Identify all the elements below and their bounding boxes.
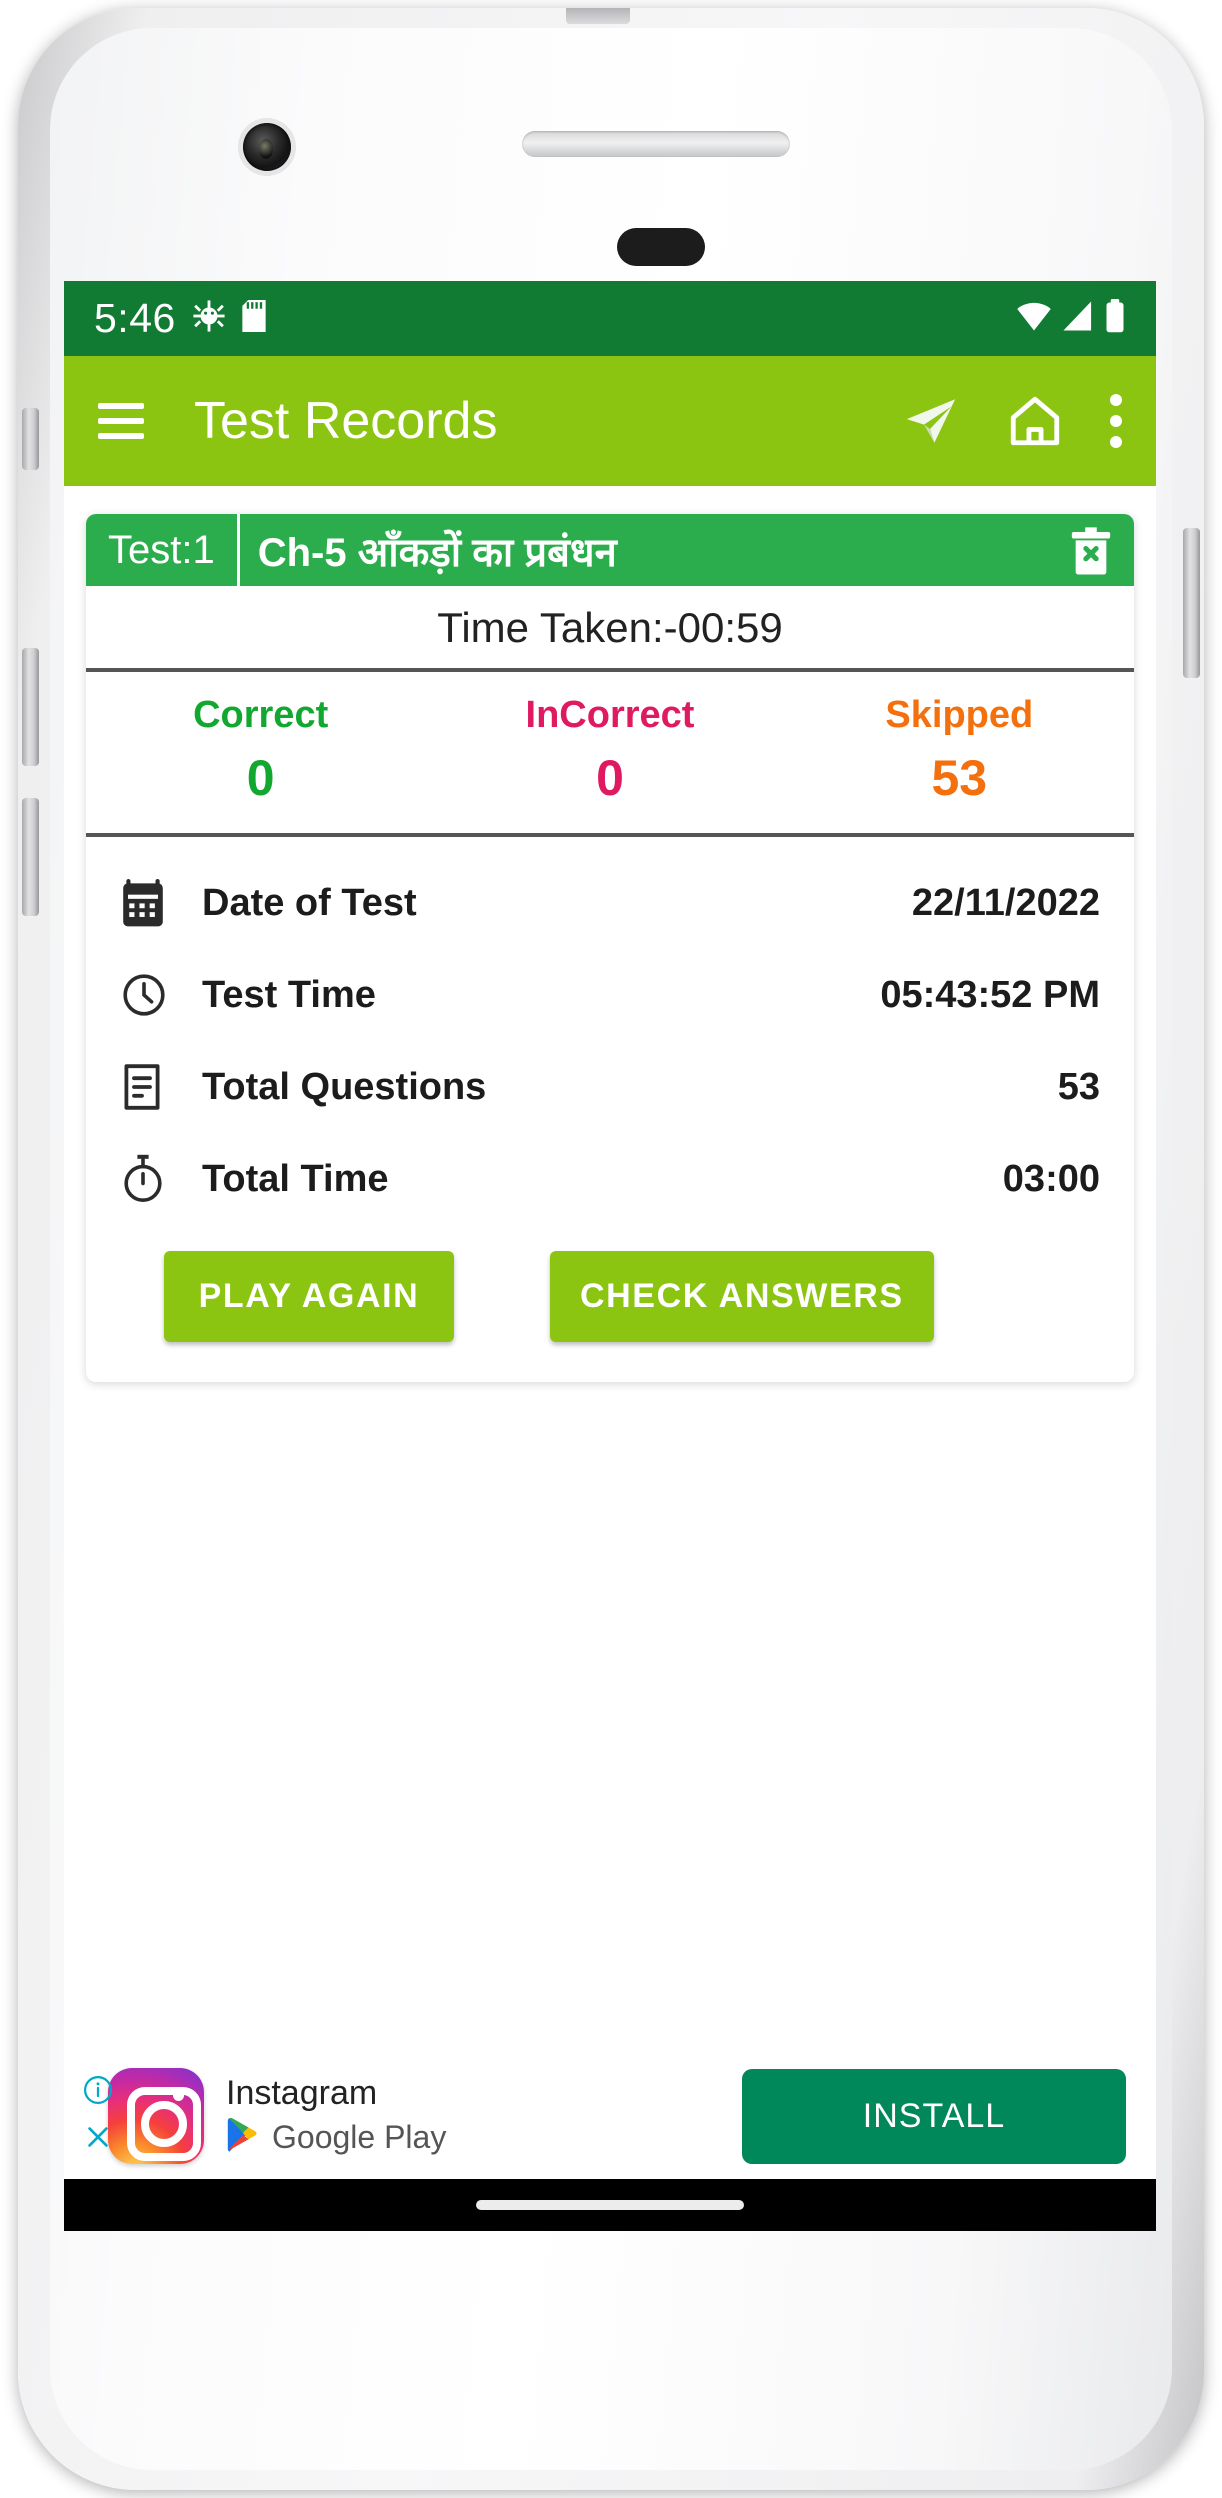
score-incorrect-label: InCorrect bbox=[525, 694, 695, 736]
status-bar: 5:46 bbox=[64, 281, 1156, 356]
instagram-icon[interactable] bbox=[108, 2068, 204, 2164]
note-icon bbox=[120, 1063, 202, 1111]
home-icon[interactable] bbox=[1006, 392, 1064, 450]
page-title: Test Records bbox=[194, 392, 498, 450]
card-header: Test:1 Ch-5 आँकड़ों का प्रबंधन bbox=[86, 514, 1134, 586]
detail-value: 03:00 bbox=[1002, 1157, 1100, 1200]
phone-volume-down-button[interactable] bbox=[22, 798, 39, 916]
phone-top-rail bbox=[566, 8, 630, 24]
ad-store-row: Google Play bbox=[226, 2117, 446, 2158]
battery-icon bbox=[1104, 299, 1126, 338]
detail-value: 53 bbox=[1057, 1065, 1100, 1108]
detail-label: Total Time bbox=[202, 1157, 389, 1200]
detail-value: 22/11/2022 bbox=[911, 881, 1100, 924]
content-area: Test:1 Ch-5 आँकड़ों का प्रबंधन Time Take… bbox=[64, 486, 1156, 2231]
score-incorrect-value: 0 bbox=[596, 750, 624, 806]
score-correct-label: Correct bbox=[193, 694, 329, 736]
test-number-label: Test:1 bbox=[86, 514, 240, 586]
detail-label: Total Questions bbox=[202, 1065, 487, 1108]
chapter-title: Ch-5 आँकड़ों का प्रबंधन bbox=[257, 530, 617, 575]
detail-row-total-time: Total Time 03:00 bbox=[120, 1133, 1100, 1225]
detail-list: Date of Test 22/11/2022 Test Time 05:43:… bbox=[86, 837, 1134, 1225]
score-summary-row: Correct 0 InCorrect 0 Skipped 53 bbox=[86, 672, 1134, 837]
card-action-buttons: PLAY AGAIN CHECK ANSWERS bbox=[86, 1225, 1134, 1382]
status-bar-left-icons bbox=[192, 299, 266, 338]
ad-close-icon[interactable] bbox=[83, 2122, 113, 2157]
status-bar-clock: 5:46 bbox=[94, 295, 176, 341]
clock-icon bbox=[120, 971, 202, 1019]
play-again-button[interactable]: PLAY AGAIN bbox=[164, 1251, 454, 1342]
hamburger-line bbox=[98, 403, 144, 409]
instagram-lens-dot bbox=[173, 2090, 184, 2101]
ad-banner: Instagram Google Play INSTALL bbox=[64, 2053, 1156, 2179]
system-navigation-bar bbox=[64, 2179, 1156, 2231]
check-answers-button[interactable]: CHECK ANSWERS bbox=[550, 1251, 934, 1342]
test-record-card: Test:1 Ch-5 आँकड़ों का प्रबंधन Time Take… bbox=[86, 514, 1134, 1382]
calendar-icon bbox=[120, 878, 202, 928]
detail-label: Test Time bbox=[202, 973, 376, 1016]
kebab-dot bbox=[1110, 436, 1122, 448]
install-button[interactable]: INSTALL bbox=[742, 2068, 1126, 2164]
sd-card-icon bbox=[242, 300, 266, 337]
stopwatch-icon bbox=[120, 1153, 202, 1205]
score-correct-value: 0 bbox=[246, 750, 275, 806]
score-incorrect: InCorrect 0 bbox=[435, 694, 784, 807]
phone-screen: 5:46 Test Records Test:1 Ch-5 आँकड़ों का… bbox=[64, 281, 1156, 2231]
kebab-dot bbox=[1110, 415, 1122, 427]
hamburger-menu-icon[interactable] bbox=[98, 394, 144, 448]
score-skipped-label: Skipped bbox=[885, 694, 1034, 736]
kebab-dot bbox=[1110, 394, 1122, 406]
delete-trash-icon bbox=[1071, 527, 1111, 575]
detail-row-test-time: Test Time 05:43:52 PM bbox=[120, 949, 1100, 1041]
sensor-pill bbox=[617, 228, 705, 266]
score-skipped-value: 53 bbox=[931, 750, 988, 806]
detail-value: 05:43:52 PM bbox=[880, 973, 1100, 1016]
front-camera-icon bbox=[243, 123, 291, 171]
android-debug-icon bbox=[192, 299, 226, 338]
status-bar-right-icons bbox=[1016, 299, 1126, 338]
phone-button-left-top[interactable] bbox=[22, 408, 39, 470]
score-correct: Correct 0 bbox=[86, 694, 435, 807]
score-skipped: Skipped 53 bbox=[785, 694, 1134, 807]
share-icon[interactable] bbox=[902, 392, 960, 450]
home-gesture-pill[interactable] bbox=[476, 2200, 744, 2210]
ad-info-icon[interactable] bbox=[83, 2075, 113, 2110]
detail-row-date-of-test: Date of Test 22/11/2022 bbox=[120, 857, 1100, 949]
phone-power-button[interactable] bbox=[1183, 528, 1200, 678]
google-play-icon bbox=[226, 2117, 260, 2158]
time-taken-label: Time Taken:-00:59 bbox=[86, 586, 1134, 672]
signal-icon bbox=[1062, 300, 1094, 337]
hamburger-line bbox=[98, 433, 144, 439]
app-bar-actions bbox=[902, 392, 1122, 450]
ad-text-block: Instagram Google Play bbox=[226, 2074, 446, 2158]
ad-store-name: Google Play bbox=[272, 2119, 447, 2155]
ad-app-name: Instagram bbox=[226, 2074, 378, 2112]
detail-label: Date of Test bbox=[202, 881, 417, 924]
overflow-menu-icon[interactable] bbox=[1110, 394, 1122, 448]
app-bar: Test Records bbox=[64, 356, 1156, 486]
delete-record-button[interactable] bbox=[1048, 514, 1134, 586]
hamburger-line bbox=[98, 418, 144, 424]
earpiece-speaker bbox=[522, 131, 790, 157]
ad-badge-group bbox=[82, 2075, 114, 2157]
phone-volume-up-button[interactable] bbox=[22, 648, 39, 766]
wifi-icon bbox=[1016, 300, 1052, 337]
detail-row-total-questions: Total Questions 53 bbox=[120, 1041, 1100, 1133]
